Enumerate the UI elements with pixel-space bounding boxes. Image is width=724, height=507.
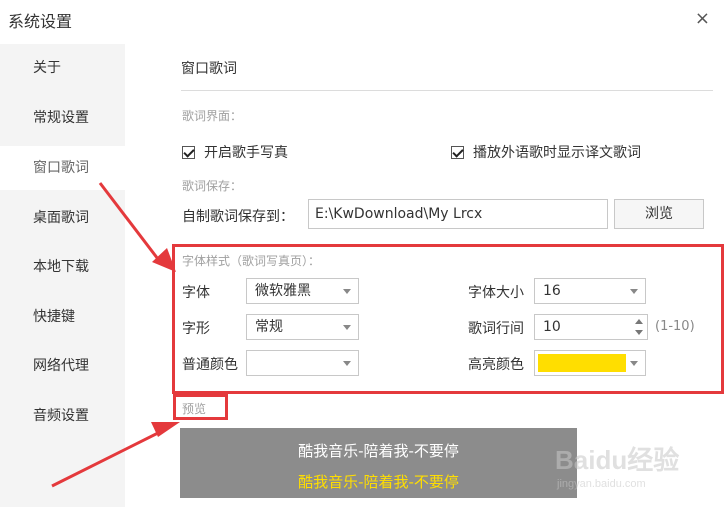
close-button[interactable]: × <box>695 8 710 29</box>
sidebar-item-about[interactable]: 关于 <box>0 46 125 90</box>
highlight-color-swatch <box>538 354 626 372</box>
line-spacing-value: 10 <box>543 319 561 335</box>
browse-button[interactable]: 浏览 <box>614 199 704 229</box>
checkbox-checked-icon[interactable] <box>451 145 464 159</box>
watermark-main-text: Baidu经验 <box>555 445 680 475</box>
baidu-watermark-logo: Baidu经验 jingyan.baidu.com <box>555 440 720 500</box>
save-path-input[interactable]: E:\KwDownload\My Lrcx <box>308 199 608 229</box>
chevron-down-icon <box>630 361 638 366</box>
preview-label: 预览 <box>182 402 207 416</box>
font-select[interactable]: 微软雅黑 <box>246 278 359 304</box>
chevron-down-icon <box>343 325 351 330</box>
lyrics-save-group-label: 歌词保存： <box>182 179 243 193</box>
normal-color-select[interactable] <box>246 350 359 376</box>
sidebar-item-audio[interactable]: 音频设置 <box>0 394 125 438</box>
title-bar: 系统设置 × <box>0 0 724 40</box>
sidebar-item-local-download[interactable]: 本地下载 <box>0 245 125 289</box>
line-spacing-range-hint: (1-10) <box>655 319 695 334</box>
font-select-value: 微软雅黑 <box>255 283 311 299</box>
preview-area: 酷我音乐-陪着我-不要停 酷我音乐-陪着我-不要停 <box>180 428 577 498</box>
show-translation-checkbox[interactable]: 播放外语歌时显示译文歌词 <box>451 142 641 162</box>
window-title: 系统设置 <box>8 12 73 31</box>
chevron-down-icon <box>343 289 351 294</box>
save-path-label: 自制歌词保存到： <box>182 209 294 225</box>
sidebar-item-shortcuts[interactable]: 快捷键 <box>0 295 125 339</box>
sidebar-item-desktop-lyrics[interactable]: 桌面歌词 <box>0 196 125 240</box>
font-size-label: 字体大小 <box>468 285 524 301</box>
chevron-down-icon <box>343 361 351 366</box>
spinner-arrows[interactable] <box>634 317 644 337</box>
font-shape-label: 字形 <box>182 321 210 337</box>
highlight-color-label: 高亮颜色 <box>468 357 524 373</box>
show-translation-label: 播放外语歌时显示译文歌词 <box>473 145 641 161</box>
line-spacing-label: 歌词行间 <box>468 321 524 337</box>
line-spacing-spinner[interactable]: 10 <box>534 314 648 340</box>
normal-color-label: 普通颜色 <box>182 357 238 373</box>
lyrics-ui-group-label: 歌词界面： <box>182 109 243 123</box>
spin-down-icon[interactable] <box>635 330 643 335</box>
preview-line-highlight: 酷我音乐-陪着我-不要停 <box>298 473 459 491</box>
highlight-color-select[interactable] <box>534 350 646 376</box>
sidebar-item-general[interactable]: 常规设置 <box>0 96 125 140</box>
chevron-down-icon <box>630 289 638 294</box>
main-panel: 窗口歌词 歌词界面： 开启歌手写真 播放外语歌时显示译文歌词 歌词保存： 自制歌… <box>125 44 724 507</box>
preview-line-normal: 酷我音乐-陪着我-不要停 <box>298 442 459 460</box>
checkbox-checked-icon[interactable] <box>182 145 195 159</box>
sidebar: 关于 常规设置 窗口歌词 桌面歌词 本地下载 快捷键 网络代理 音频设置 <box>0 44 125 507</box>
show-singer-photo-label: 开启歌手写真 <box>204 145 288 161</box>
font-shape-select-value: 常规 <box>255 319 283 335</box>
show-singer-photo-checkbox[interactable]: 开启歌手写真 <box>182 142 288 162</box>
section-divider <box>181 90 713 91</box>
font-shape-select[interactable]: 常规 <box>246 314 359 340</box>
font-size-select-value: 16 <box>543 283 561 299</box>
watermark-sub-text: jingyan.baidu.com <box>557 478 646 490</box>
font-size-select[interactable]: 16 <box>534 278 646 304</box>
spin-up-icon[interactable] <box>635 319 643 324</box>
sidebar-item-network-proxy[interactable]: 网络代理 <box>0 344 125 388</box>
sidebar-item-window-lyrics[interactable]: 窗口歌词 <box>0 146 125 190</box>
font-label: 字体 <box>182 285 210 301</box>
section-title: 窗口歌词 <box>181 61 237 77</box>
font-style-group-label: 字体样式（歌词写真页）： <box>182 254 321 268</box>
